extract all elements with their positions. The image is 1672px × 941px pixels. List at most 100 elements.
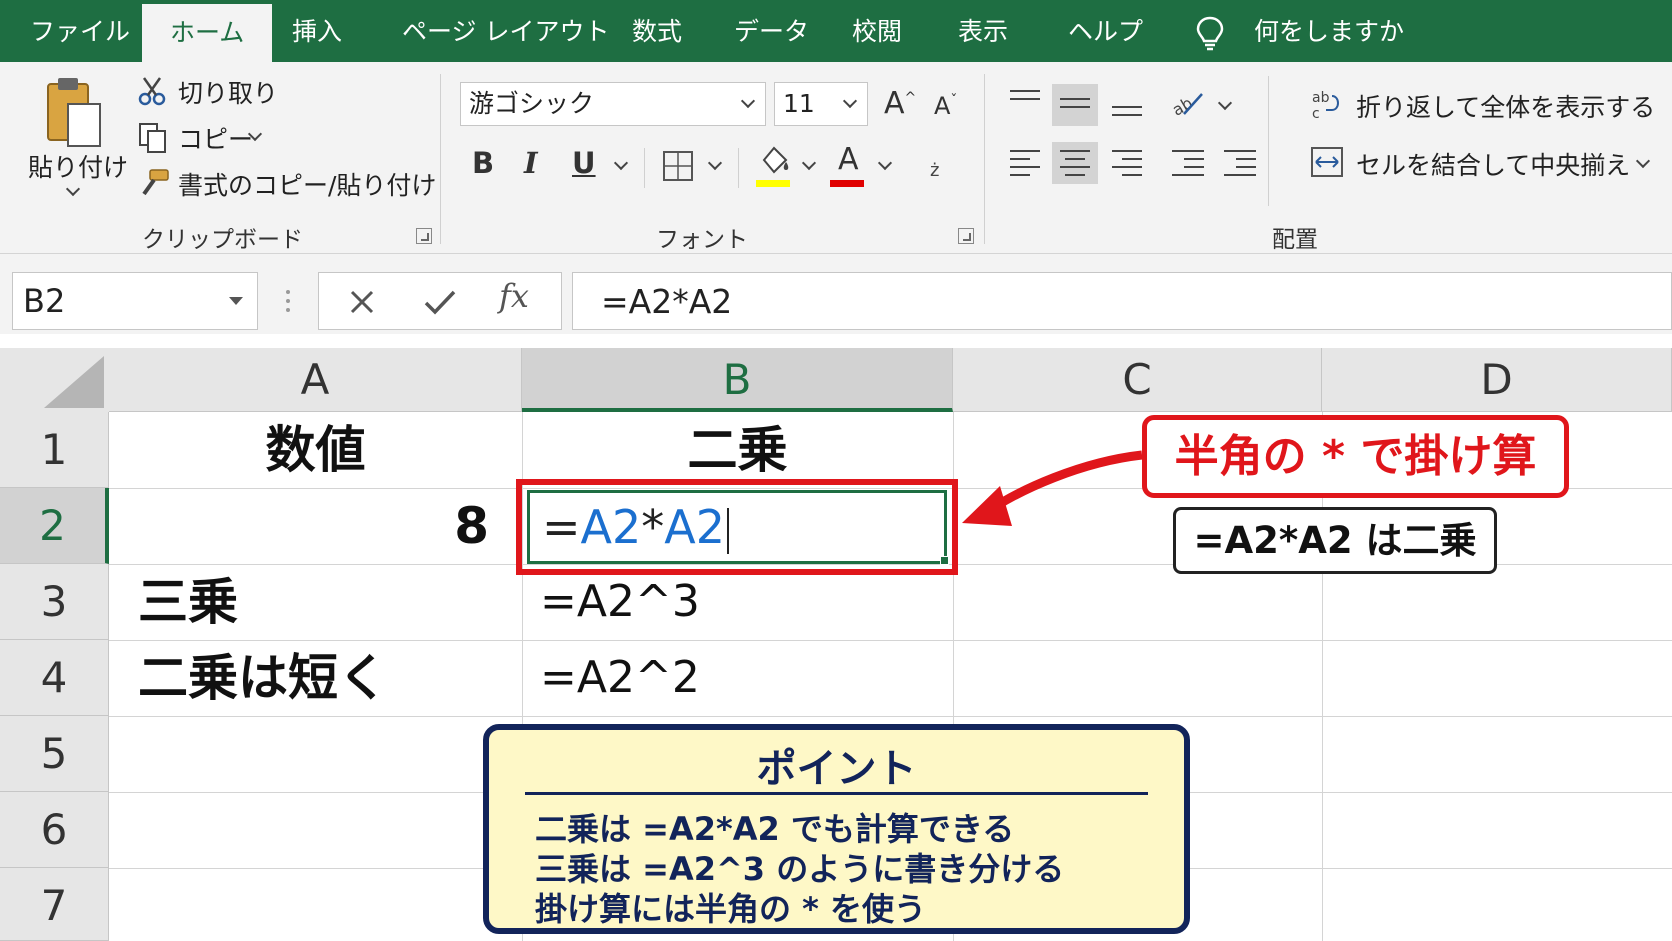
select-all-triangle-icon	[44, 356, 104, 408]
increase-font-size-icon[interactable]: A^	[884, 86, 916, 121]
row-header-2[interactable]: 2	[0, 488, 109, 564]
cell-b4[interactable]: =A2^2	[540, 640, 700, 716]
cell-a1[interactable]: 数値	[109, 412, 522, 488]
tab-help[interactable]: ヘルプ	[1068, 0, 1143, 62]
tab-page-layout[interactable]: ページ レイアウト	[402, 0, 609, 62]
underline-dropdown-icon[interactable]	[613, 155, 629, 171]
font-name-select[interactable]: 游ゴシック	[460, 82, 766, 126]
cell-a3[interactable]: 三乗	[138, 564, 238, 640]
clipboard-group-label: クリップボード	[142, 227, 303, 253]
align-middle-icon[interactable]	[1060, 98, 1090, 114]
point-box: ポイント 二乗は =A2*A2 でも計算できる 三乗は =A2^3 のように書き…	[483, 724, 1190, 934]
wrap-text-button[interactable]: 折り返して全体を表示する	[1356, 88, 1655, 124]
tab-data[interactable]: データ	[734, 0, 809, 62]
formula-buttons: fx	[318, 272, 562, 330]
resize-handle-icon[interactable]	[286, 290, 290, 317]
formula-reference: A2	[580, 500, 642, 554]
clipboard-dialog-launcher-icon[interactable]	[416, 228, 432, 244]
cancel-icon[interactable]	[349, 289, 375, 315]
formula-reference: A2	[664, 500, 726, 554]
phonetic-guide-icon[interactable]: ż	[930, 160, 939, 181]
enter-check-icon[interactable]	[423, 289, 457, 315]
formula-input[interactable]: =A2*A2	[572, 272, 1672, 330]
svg-text:c: c	[1312, 106, 1320, 120]
copy-button[interactable]: コピー	[178, 120, 253, 156]
decrease-indent-icon[interactable]	[1172, 150, 1204, 182]
underline-button[interactable]: U	[572, 146, 596, 180]
name-box[interactable]: B2	[12, 272, 258, 330]
align-right-icon[interactable]	[1112, 150, 1142, 182]
font-name-value: 游ゴシック	[469, 89, 595, 118]
font-color-dropdown-icon[interactable]	[877, 155, 893, 171]
column-header-d[interactable]: D	[1322, 348, 1672, 412]
row-header-6[interactable]: 6	[0, 792, 109, 868]
ribbon: 貼り付け 切り取り コピー 書式のコピー/貼り付け クリップボード 游ゴシック …	[0, 62, 1672, 254]
divider	[644, 148, 645, 188]
tab-view[interactable]: 表示	[958, 0, 1008, 62]
row-header-1[interactable]: 1	[0, 412, 109, 488]
font-color-icon[interactable]: A	[838, 142, 859, 177]
italic-button[interactable]: I	[524, 146, 538, 180]
bold-button[interactable]: B	[472, 146, 494, 180]
tab-review[interactable]: 校閲	[852, 0, 902, 62]
wrap-text-icon[interactable]: ab c	[1310, 88, 1342, 120]
name-box-value: B2	[23, 282, 66, 320]
orientation-icon[interactable]: ab	[1170, 88, 1206, 118]
align-left-icon[interactable]	[1010, 150, 1040, 182]
paste-dropdown-icon[interactable]	[65, 181, 81, 197]
align-bottom-icon[interactable]	[1112, 106, 1142, 122]
divider	[1268, 76, 1269, 206]
tell-me-search[interactable]: 何をしますか	[1254, 0, 1404, 64]
tab-formulas[interactable]: 数式	[632, 0, 682, 62]
format-painter-button[interactable]: 書式のコピー/貼り付け	[178, 166, 436, 202]
increase-indent-icon[interactable]	[1224, 150, 1256, 182]
row-header-7[interactable]: 7	[0, 868, 109, 941]
cell-a2[interactable]: 8	[109, 488, 489, 564]
alignment-group-label: 配置	[1272, 227, 1318, 253]
fill-color-icon[interactable]	[756, 144, 792, 180]
insert-function-icon[interactable]: fx	[499, 277, 529, 315]
align-top-icon[interactable]	[1010, 90, 1040, 106]
divider	[738, 148, 739, 188]
align-center-icon[interactable]	[1060, 150, 1090, 182]
cell-b1[interactable]: 二乗	[522, 412, 953, 488]
font-size-select[interactable]: 11	[774, 82, 868, 126]
fill-color-dropdown-icon[interactable]	[801, 155, 817, 171]
merge-center-button[interactable]: セルを結合して中央揃え	[1356, 146, 1630, 182]
row-header-3[interactable]: 3	[0, 564, 109, 640]
fill-handle[interactable]	[940, 556, 949, 565]
cell-b2-editor[interactable]: =A2*A2	[527, 490, 947, 564]
orientation-dropdown-icon[interactable]	[1217, 95, 1233, 111]
format-painter-icon	[142, 169, 169, 196]
cell-b3[interactable]: =A2^3	[540, 564, 700, 640]
select-all-corner[interactable]	[0, 348, 109, 412]
chevron-down-icon	[229, 297, 243, 305]
group-divider	[984, 74, 985, 244]
column-header-b[interactable]: B	[522, 348, 953, 412]
font-dialog-launcher-icon[interactable]	[958, 228, 974, 244]
formula-operator: *	[641, 500, 665, 554]
lightbulb-icon	[1196, 16, 1224, 51]
gridline	[109, 716, 1672, 717]
merge-center-icon[interactable]	[1310, 146, 1344, 178]
paste-icon[interactable]	[44, 74, 106, 152]
cell-a4[interactable]: 二乗は短く	[138, 640, 388, 716]
cut-button[interactable]: 切り取り	[178, 74, 278, 110]
column-header-a[interactable]: A	[109, 348, 522, 412]
paste-button[interactable]: 貼り付け	[28, 148, 128, 184]
font-color-swatch	[830, 180, 864, 187]
ribbon-tab-bar: ファイル ホーム 挿入 ページ レイアウト 数式 データ 校閲 表示 ヘルプ 何…	[0, 0, 1672, 62]
tab-home[interactable]: ホーム	[142, 4, 273, 62]
svg-text:ab: ab	[1312, 90, 1330, 106]
borders-icon[interactable]	[662, 150, 694, 182]
callout-label: 半角の * で掛け算	[1142, 415, 1569, 498]
merge-dropdown-icon[interactable]	[1635, 153, 1651, 169]
copy-icon	[139, 123, 166, 153]
column-header-c[interactable]: C	[953, 348, 1322, 412]
decrease-font-size-icon[interactable]: Aˇ	[934, 92, 957, 120]
row-header-4[interactable]: 4	[0, 640, 109, 716]
tab-insert[interactable]: 挿入	[292, 0, 342, 62]
borders-dropdown-icon[interactable]	[707, 155, 723, 171]
row-header-5[interactable]: 5	[0, 716, 109, 792]
tab-file[interactable]: ファイル	[30, 0, 130, 62]
